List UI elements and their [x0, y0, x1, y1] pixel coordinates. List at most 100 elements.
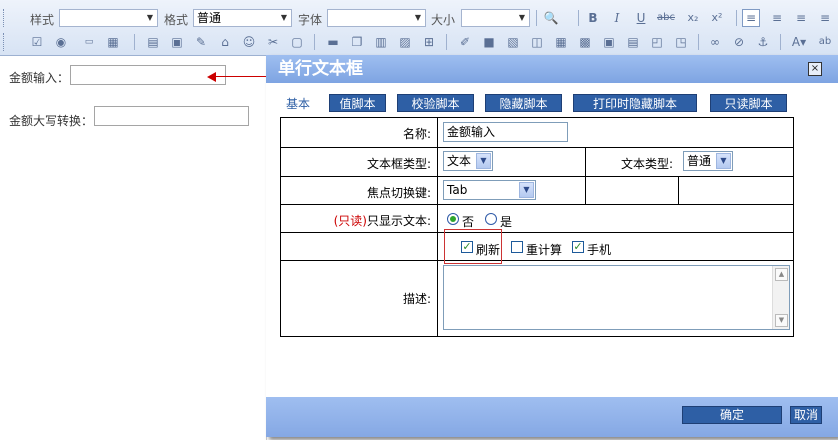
dialog-title: 单行文本框: [278, 59, 363, 79]
image-icon[interactable]: ▧: [504, 33, 522, 51]
underline-button[interactable]: U: [632, 9, 650, 27]
photo-icon[interactable]: ▤: [624, 33, 642, 51]
toolbar-row-format: 样式 ▼ 格式 普通 ▼ 字体 ▼ 大小 ▼ 🔍 B I U abc x₂ x² …: [0, 7, 838, 31]
refresh-checkbox[interactable]: ✓: [461, 241, 473, 253]
grid-line: [437, 118, 438, 336]
superscript-button[interactable]: x²: [708, 9, 726, 27]
toolbar-separator: [698, 34, 699, 50]
style-select[interactable]: ▼: [59, 9, 158, 27]
tab-validation-script[interactable]: 校验脚本: [397, 94, 474, 112]
preview-icon[interactable]: 🔍: [542, 9, 560, 27]
zoom-icon[interactable]: ⊞: [420, 33, 438, 51]
tab-print-hide-script[interactable]: 打印时隐藏脚本: [573, 94, 697, 112]
close-icon[interactable]: ×: [808, 62, 822, 76]
bank-icon[interactable]: ⌂: [216, 33, 234, 51]
focus-key-select[interactable]: Tab ▼: [443, 180, 536, 200]
cancel-button[interactable]: 取消: [790, 406, 822, 424]
subscript-button[interactable]: x₂: [684, 9, 702, 27]
align-justify-icon[interactable]: ≡: [816, 9, 834, 27]
radio-yes[interactable]: [485, 213, 497, 225]
strikethrough-button[interactable]: abc: [654, 9, 678, 27]
font-select[interactable]: ▼: [327, 9, 426, 27]
scroll-down-icon[interactable]: ▼: [775, 314, 788, 327]
amount-upper-field[interactable]: [94, 106, 249, 126]
description-textarea[interactable]: ▲ ▼: [443, 265, 790, 330]
recalc-checkbox[interactable]: [511, 241, 523, 253]
toolbar-grip[interactable]: [3, 9, 8, 27]
align-right-icon[interactable]: ≡: [792, 9, 810, 27]
toolbar-separator: [780, 34, 781, 50]
align-center-icon[interactable]: ≡: [768, 9, 786, 27]
format-select[interactable]: 普通 ▼: [193, 9, 292, 27]
tab-value-script[interactable]: 值脚本: [329, 94, 386, 112]
chevron-down-icon: ▼: [518, 13, 526, 22]
link-icon[interactable]: ✎: [192, 33, 210, 51]
form-icon[interactable]: ▢: [288, 33, 306, 51]
toolbar-separator: [536, 10, 537, 26]
grid-icon[interactable]: ▦: [552, 33, 570, 51]
italic-button[interactable]: I: [608, 9, 626, 27]
text-color-icon[interactable]: A▾: [788, 33, 810, 51]
tab-hide-script[interactable]: 隐藏脚本: [485, 94, 562, 112]
callout-arrow-head: [207, 72, 216, 82]
tab-basic[interactable]: 基本: [280, 94, 316, 112]
grid-line: [281, 232, 793, 233]
media-icon[interactable]: ▩: [576, 33, 594, 51]
table-icon[interactable]: ▤: [144, 33, 162, 51]
calendar-icon[interactable]: ▣: [168, 33, 186, 51]
layers-icon[interactable]: ◫: [528, 33, 546, 51]
scroll-up-icon[interactable]: ▲: [775, 268, 788, 281]
radio-no[interactable]: [447, 213, 459, 225]
toolbar-grip[interactable]: [3, 33, 8, 51]
description-label: 描述:: [402, 292, 431, 306]
user-icon[interactable]: ☺: [240, 33, 258, 51]
textbox-type-value: 文本: [447, 154, 472, 168]
radio-no-label: 否: [462, 215, 475, 229]
template-icon[interactable]: ◳: [672, 33, 690, 51]
copy-icon[interactable]: ❐: [348, 33, 366, 51]
anchor-icon[interactable]: ⚓: [754, 33, 772, 51]
callout-arrow-line: [214, 76, 270, 77]
checkbox-field-icon[interactable]: ☑: [28, 33, 46, 51]
dialog-tabs: 基本 值脚本 校验脚本 隐藏脚本 打印时隐藏脚本 只读脚本: [280, 94, 800, 114]
unlink-icon[interactable]: ⊘: [730, 33, 748, 51]
scissors-icon[interactable]: ✂: [264, 33, 282, 51]
tab-readonly-script[interactable]: 只读脚本: [710, 94, 787, 112]
format-label: 格式: [164, 13, 189, 27]
gallery-icon[interactable]: ▣: [600, 33, 618, 51]
amount-input-field[interactable]: [70, 65, 226, 85]
radio-field-icon[interactable]: ◉: [52, 33, 70, 51]
readonly-text: 只显示文本:: [366, 214, 431, 228]
bold-button[interactable]: B: [584, 9, 602, 27]
rule-icon[interactable]: ▬: [324, 33, 342, 51]
amount-upper-label: 金额大写转换：: [9, 114, 94, 128]
paste-icon[interactable]: ▥: [372, 33, 390, 51]
name-input[interactable]: 金额输入: [443, 122, 568, 142]
textbox-type-label: 文本框类型:: [366, 157, 431, 171]
chain-icon[interactable]: ∞: [706, 33, 724, 51]
ok-button[interactable]: 确定: [682, 406, 782, 424]
textarea-scrollbar[interactable]: ▲ ▼: [772, 266, 789, 329]
toolbar-separator: [446, 34, 447, 50]
align-left-icon[interactable]: ≡: [742, 9, 760, 27]
frame-icon[interactable]: ▨: [396, 33, 414, 51]
textbox-type-select[interactable]: 文本 ▼: [443, 151, 493, 171]
size-select[interactable]: ▼: [461, 9, 530, 27]
text-field-icon[interactable]: ▭: [80, 33, 98, 51]
highlight-icon[interactable]: ab: [816, 33, 834, 51]
chevron-down-icon: ▼: [414, 13, 422, 22]
list-field-icon[interactable]: ▦: [104, 33, 122, 51]
dialog-title-bar[interactable]: 单行文本框 ×: [266, 55, 838, 83]
folder-icon[interactable]: ■: [480, 33, 498, 51]
pen-icon[interactable]: ✐: [456, 33, 474, 51]
focus-key-label: 焦点切换键:: [366, 186, 431, 200]
toolbar-separator: [736, 10, 737, 26]
focus-key-value: Tab: [447, 183, 468, 197]
mobile-checkbox[interactable]: ✓: [572, 241, 584, 253]
style-label: 样式: [30, 13, 55, 27]
text-type-select[interactable]: 普通 ▼: [683, 151, 733, 171]
toolbar-row-insert: ☑ ◉ ▭ ▦ ▤ ▣ ✎ ⌂ ☺ ✂ ▢ ▬ ❐ ▥ ▨ ⊞ ✐ ■ ▧ ◫ …: [0, 31, 838, 55]
chevron-down-icon: ▼: [280, 13, 288, 22]
box-icon[interactable]: ◰: [648, 33, 666, 51]
grid-line: [281, 260, 793, 261]
